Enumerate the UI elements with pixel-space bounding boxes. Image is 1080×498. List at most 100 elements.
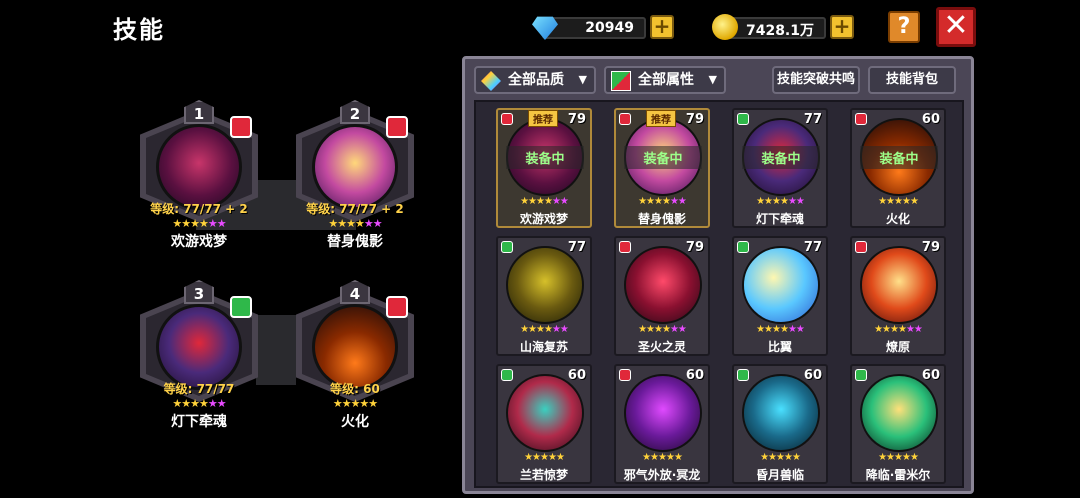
slot-skill-name: 火化 [341, 414, 369, 430]
skill-stars: ★★★★★★ [498, 324, 590, 335]
slot-number: 2 [340, 100, 370, 124]
skill-level: 60 [921, 112, 940, 127]
slot-number: 3 [184, 280, 214, 304]
skill-card[interactable]: 77 ★★★★★★ 比翼 [732, 236, 828, 356]
slot-pink-stars: ★★ [207, 397, 227, 410]
skill-level: 79 [567, 112, 586, 127]
skill-card[interactable]: 60 装备中 ★★★★★ 火化 [850, 108, 946, 228]
skill-orb-icon [860, 374, 938, 452]
gem-counter: 20949 + [532, 14, 678, 40]
skill-card[interactable]: 77 ★★★★★★ 山海复苏 [496, 236, 592, 356]
skill-name: 圣火之灵 [637, 340, 686, 354]
attribute-filter[interactable]: 全部属性 ▼ [604, 66, 726, 94]
skill-level: 60 [921, 368, 940, 383]
skill-card[interactable]: 79 ★★★★★★ 圣火之灵 [614, 236, 710, 356]
page-title: 技能 [113, 16, 165, 44]
equipped-label: 装备中 [742, 146, 820, 169]
slot-level: 等级: 60 [330, 382, 380, 396]
skill-name: 火化 [885, 212, 910, 226]
red-element-icon [855, 241, 867, 253]
add-gems-button[interactable]: + [650, 15, 674, 39]
skill-card[interactable]: 79 ★★★★★★ 燎原 [850, 236, 946, 356]
quality-filter-label: 全部品质 [508, 72, 564, 88]
skill-stars: ★★★★★★ [734, 196, 826, 207]
skill-orb-icon [312, 304, 398, 390]
skill-stars: ★★★★★ [498, 452, 590, 463]
skill-card[interactable]: 77 装备中 ★★★★★★ 灯下牵魂 [732, 108, 828, 228]
skill-name: 降临·雷米尔 [865, 468, 931, 482]
skill-card[interactable]: 60 ★★★★★ 兰若惊梦 [496, 364, 592, 484]
skill-level: 60 [567, 368, 586, 383]
skill-card[interactable]: 60 ★★★★★ 昏月兽临 [732, 364, 828, 484]
red-element-icon [619, 241, 631, 253]
skill-orb-icon [624, 374, 702, 452]
slot-number: 1 [184, 100, 214, 124]
slot-stars: ★★★★★★ [134, 397, 264, 410]
skill-orb-icon [156, 124, 242, 210]
skill-card[interactable]: 60 ★★★★★ 邪气外放·冥龙 [614, 364, 710, 484]
card-pink-stars: ★★ [551, 324, 569, 335]
gold-counter: 7428.1万 + [712, 14, 858, 40]
quality-icon [481, 71, 501, 91]
skill-grid: 79 推荐 装备中 ★★★★★★ 欢游戏梦 79 推荐 装备中 ★★★★★★ 替身傀影 … [474, 100, 964, 488]
close-button[interactable]: ✕ [936, 7, 976, 47]
help-button[interactable]: ? [888, 11, 920, 43]
slot-gold-stars: ★★★★★ [332, 397, 378, 410]
slot-skill-name: 灯下牵魂 [171, 414, 227, 430]
red-element-icon [619, 369, 631, 381]
card-pink-stars: ★★ [551, 196, 569, 207]
recommended-badge: 推荐 [646, 110, 676, 127]
resonance-button[interactable]: 技能突破共鸣 [772, 66, 860, 94]
red-element-icon [386, 116, 408, 138]
equipped-slot-3[interactable]: 3 等级: 77/77 ★★★★★★ 灯下牵魂 [134, 280, 274, 430]
card-gold-stars: ★★★★ [638, 196, 671, 207]
card-gold-stars: ★★★★ [520, 324, 553, 335]
slot-level: 等级: 77/77 [163, 382, 235, 396]
skill-stars: ★★★★★ [734, 452, 826, 463]
card-gold-stars: ★★★★★ [524, 452, 565, 463]
red-element-icon [230, 116, 252, 138]
card-pink-stars: ★★ [905, 324, 923, 335]
recommended-badge: 推荐 [528, 110, 558, 127]
skill-name: 兰若惊梦 [519, 468, 568, 482]
equipped-slot-1[interactable]: 1 等级: 77/77 + 2 ★★★★★★ 欢游戏梦 [134, 100, 274, 250]
red-element-icon [619, 113, 631, 125]
card-pink-stars: ★★ [787, 324, 805, 335]
card-pink-stars: ★★ [669, 196, 687, 207]
skill-orb-icon [742, 374, 820, 452]
quality-filter[interactable]: 全部品质 ▼ [474, 66, 596, 94]
skill-card[interactable]: 79 推荐装备中 ★★★★★★ 替身傀影 [614, 108, 710, 228]
green-element-icon [230, 296, 252, 318]
equipped-slot-2[interactable]: 2 等级: 77/77 + 2 ★★★★★★ 替身傀影 [290, 100, 430, 250]
skill-name: 替身傀影 [637, 212, 686, 226]
slot-level: 等级: 77/77 + 2 [306, 202, 404, 216]
skill-stars: ★★★★★ [852, 196, 944, 207]
skill-card[interactable]: 79 推荐 装备中 ★★★★★★ 欢游戏梦 [496, 108, 592, 228]
slot-pink-stars: ★★ [363, 217, 383, 230]
skill-stars: ★★★★★★ [734, 324, 826, 335]
skill-level: 60 [803, 368, 822, 383]
chevron-down-icon: ▼ [708, 73, 717, 86]
green-element-icon [737, 241, 749, 253]
card-gold-stars: ★★★★ [874, 324, 907, 335]
skill-name: 邪气外放·冥龙 [623, 468, 701, 482]
skill-name: 燎原 [885, 340, 910, 354]
slot-gold-stars: ★★★★ [328, 217, 364, 230]
green-element-icon [501, 241, 513, 253]
slot-stars: ★★★★★ [290, 397, 420, 410]
add-gold-button[interactable]: + [830, 15, 854, 39]
skill-level: 79 [685, 112, 704, 127]
skill-orb-icon [506, 374, 584, 452]
gem-amount: 20949 [542, 17, 646, 39]
card-gold-stars: ★★★★★ [878, 196, 919, 207]
card-gold-stars: ★★★★★ [642, 452, 683, 463]
red-element-icon [855, 113, 867, 125]
equipped-slot-4[interactable]: 4 等级: 60 ★★★★★ 火化 [290, 280, 430, 430]
red-element-icon [386, 296, 408, 318]
skill-card[interactable]: 60 ★★★★★ 降临·雷米尔 [850, 364, 946, 484]
skill-orb-icon [860, 246, 938, 324]
equipped-label: 装备中 [506, 146, 584, 169]
equipped-label: 装备中 [624, 146, 702, 169]
equipped-label: 装备中 [860, 146, 938, 169]
skill-bag-button[interactable]: 技能背包 [868, 66, 956, 94]
